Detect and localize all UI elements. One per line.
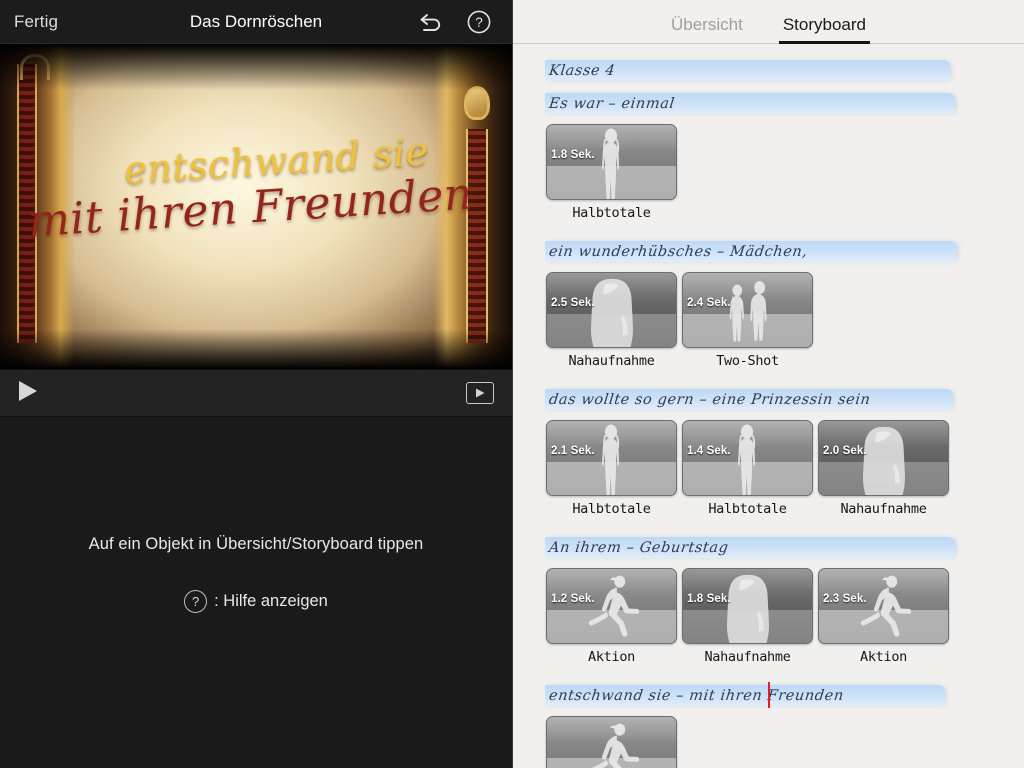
shot-type-label: Nahaufnahme — [840, 501, 927, 517]
shot-card[interactable]: 1.4 Sek. Halbtotale — [682, 420, 813, 517]
shot-card[interactable] — [546, 716, 677, 768]
shot-thumbnail[interactable]: 1.8 Sek. — [546, 124, 677, 200]
text-cursor — [768, 682, 770, 708]
topbar-actions: ? — [418, 9, 492, 35]
duration-badge: 2.3 Sek. — [823, 593, 867, 606]
shot-thumbnail[interactable]: 1.8 Sek. — [682, 568, 813, 644]
shot-card[interactable]: 1.8 Sek. Halbtotale — [546, 124, 677, 221]
play-in-frame-icon[interactable] — [466, 382, 494, 404]
shot-row — [546, 716, 1024, 768]
vignette-top — [0, 44, 512, 90]
duration-badge: 1.4 Sek. — [687, 445, 731, 458]
play-icon[interactable] — [17, 379, 39, 408]
done-button[interactable]: Fertig — [14, 12, 58, 32]
shot-thumbnail[interactable]: 2.5 Sek. — [546, 272, 677, 348]
group-sentence-text: Klasse 4 — [548, 63, 617, 79]
shot-thumbnail[interactable]: 2.3 Sek. — [818, 568, 949, 644]
hint-secondary-text: : Hilfe anzeigen — [214, 592, 328, 610]
shot-thumbnail[interactable]: 2.1 Sek. — [546, 420, 677, 496]
shot-type-label: Aktion — [860, 649, 907, 665]
duration-badge: 2.1 Sek. — [551, 445, 595, 458]
shot-card[interactable]: 2.4 Sek. Two-Shot — [682, 272, 813, 369]
shot-card[interactable]: 2.5 Sek. Nahaufnahme — [546, 272, 677, 369]
duration-badge: 1.2 Sek. — [551, 593, 595, 606]
group-header[interactable]: An ihrem – Geburtstag — [545, 535, 1024, 561]
storyboard-group: entschwand sie – mit ihren Freunden — [513, 682, 1024, 768]
shot-type-label: Halbtotale — [708, 501, 787, 517]
duration-badge: 1.8 Sek. — [551, 149, 595, 162]
vignette-bottom — [0, 329, 512, 369]
shot-thumbnail[interactable] — [546, 716, 677, 768]
duration-badge: 2.4 Sek. — [687, 297, 731, 310]
shot-type-label: Nahaufnahme — [568, 353, 655, 369]
shot-card[interactable]: 1.8 Sek. Nahaufnahme — [682, 568, 813, 665]
help-circle-icon-inline: ? — [184, 590, 208, 613]
storyboard-scroll-area[interactable]: Klasse 4 Es war – einmal 1.8 Sek. Halbtota… — [513, 44, 1024, 768]
shot-type-label: Halbtotale — [572, 501, 651, 517]
group-header[interactable]: ein wunderhübsches – Mädchen, — [545, 239, 1024, 265]
shot-row: 1.8 Sek. Halbtotale — [546, 124, 1024, 221]
book-spine-left — [0, 44, 74, 369]
hint-primary-text: Auf ein Objekt in Übersicht/Storyboard t… — [88, 535, 424, 553]
hint-secondary-row: ? : Hilfe anzeigen — [184, 590, 328, 613]
preview-panel: Fertig Das Dornröschen ? entschwand sie … — [0, 0, 512, 768]
group-sentence-text: ein wunderhübsches – Mädchen, — [548, 244, 809, 260]
shot-row: 1.2 Sek. Aktion 1.8 Sek. Nahaufnahme 2.3 S… — [546, 568, 1024, 665]
storyboard-group: das wollte so gern – eine Prinzessin sei… — [513, 387, 1024, 517]
storyboard-panel: Übersicht Storyboard Klasse 4 Es war – ei… — [512, 0, 1024, 768]
group-header[interactable]: entschwand sie – mit ihren Freunden — [545, 682, 1024, 709]
group-sentence-text: An ihrem – Geburtstag — [548, 540, 730, 556]
tab-bar: Übersicht Storyboard — [513, 0, 1024, 44]
group-header[interactable]: das wollte so gern – eine Prinzessin sei… — [545, 387, 1024, 413]
shot-thumbnail[interactable]: 2.0 Sek. — [818, 420, 949, 496]
shot-row: 2.1 Sek. Halbtotale 1.4 Sek. Halbtotale 2.… — [546, 420, 1024, 517]
shot-type-label: Two-Shot — [716, 353, 779, 369]
shot-row: 2.5 Sek. Nahaufnahme 2.4 Sek. Two-Shot — [546, 272, 1024, 369]
tab-uebersicht[interactable]: Übersicht — [671, 15, 743, 43]
undo-icon[interactable] — [418, 11, 444, 33]
group-sentence-text: das wollte so gern – eine Prinzessin sei… — [548, 392, 872, 408]
imovie-storyboard-app: Fertig Das Dornröschen ? entschwand sie … — [0, 0, 1024, 768]
shot-card[interactable]: 2.0 Sek. Nahaufnahme — [818, 420, 949, 517]
shot-card[interactable]: 1.2 Sek. Aktion — [546, 568, 677, 665]
group-header[interactable]: Klasse 4 — [545, 58, 1024, 84]
transport-bar — [0, 369, 512, 417]
group-header[interactable]: Es war – einmal — [545, 91, 1024, 117]
storyboard-group: ein wunderhübsches – Mädchen, 2.5 Sek. Na… — [513, 239, 1024, 369]
group-sentence-text: Es war – einmal — [548, 96, 676, 112]
duration-badge: 1.8 Sek. — [687, 593, 731, 606]
hint-area: Auf ein Objekt in Übersicht/Storyboard t… — [0, 417, 512, 768]
shot-thumbnail[interactable]: 2.4 Sek. — [682, 272, 813, 348]
shot-thumbnail[interactable]: 1.2 Sek. — [546, 568, 677, 644]
group-sentence-text: entschwand sie – mit ihren Freunden — [548, 688, 845, 704]
svg-text:?: ? — [475, 15, 483, 30]
shot-thumbnail[interactable]: 1.4 Sek. — [682, 420, 813, 496]
storyboard-group: Es war – einmal 1.8 Sek. Halbtotale — [513, 91, 1024, 221]
top-bar: Fertig Das Dornröschen ? — [0, 0, 512, 44]
tab-storyboard[interactable]: Storyboard — [778, 15, 871, 44]
storyboard-group: An ihrem – Geburtstag 1.2 Sek. Aktion 1.8… — [513, 535, 1024, 665]
video-preview[interactable]: entschwand sie mit ihren Freunden — [0, 44, 512, 369]
storyboard-group: Klasse 4 — [513, 58, 1024, 84]
book-ornament-right-icon — [464, 86, 490, 120]
shot-type-label: Halbtotale — [572, 205, 651, 221]
duration-badge: 2.0 Sek. — [823, 445, 867, 458]
shot-type-label: Aktion — [588, 649, 635, 665]
duration-badge: 2.5 Sek. — [551, 297, 595, 310]
help-circle-icon[interactable]: ? — [466, 9, 492, 35]
shot-type-label: Nahaufnahme — [704, 649, 791, 665]
shot-card[interactable]: 2.1 Sek. Halbtotale — [546, 420, 677, 517]
shot-card[interactable]: 2.3 Sek. Aktion — [818, 568, 949, 665]
